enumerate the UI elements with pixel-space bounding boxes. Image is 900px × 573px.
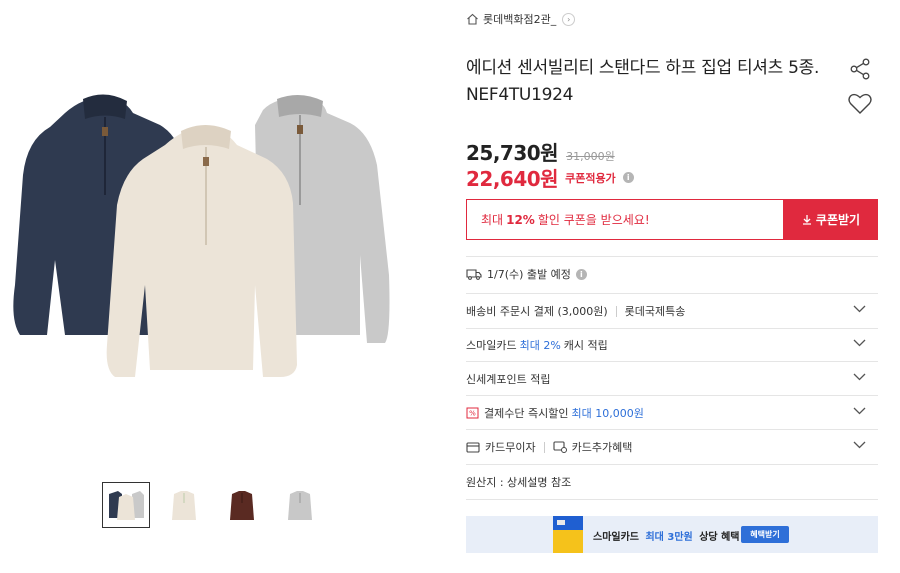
payment-discount-highlight: 최대 10,000원: [571, 407, 644, 420]
coupon-suffix: 할인 쿠폰을 받으세요!: [537, 213, 650, 227]
shinsegae-point-row[interactable]: 신세계포인트 적립: [466, 362, 878, 396]
card-plus-icon: [553, 441, 567, 453]
product-gallery: [0, 0, 440, 573]
banner-highlight: 최대 3만원: [645, 532, 693, 543]
card-benefit-row[interactable]: 카드무이자 카드추가혜택: [466, 430, 878, 464]
chevron-down-icon: [853, 441, 866, 449]
divider: [466, 499, 878, 500]
separator: [615, 305, 617, 317]
product-title: 에디션 센서빌리티 스탠다드 하프 집업 티셔츠 5종. NEF4TU1924: [466, 58, 820, 105]
heart-icon[interactable]: [847, 92, 873, 116]
smile-card-banner[interactable]: 스마일카드 최대 3만원 상당 혜택 혜택받기: [466, 516, 878, 553]
chevron-right-icon: ›: [562, 12, 576, 26]
separator: [543, 441, 545, 453]
smile-card-row[interactable]: 스마일카드 최대 2% 캐시 적립: [466, 328, 878, 362]
get-coupon-button[interactable]: 쿠폰받기: [784, 199, 878, 240]
smile-card-prefix: 스마일카드: [466, 339, 517, 352]
info-icon[interactable]: i: [622, 172, 634, 183]
thumbnail-strip: [102, 482, 324, 528]
banner-text: 스마일카드 최대 3만원 상당 혜택: [593, 528, 740, 543]
thumbnail-gray[interactable]: [276, 482, 324, 528]
product-main-image[interactable]: [5, 85, 405, 385]
thumbnail-all[interactable]: [102, 482, 150, 528]
coupon-banner: 최대 12% 할인 쿠폰을 받으세요!: [466, 199, 784, 240]
shipping-row: 1/7(수) 출발 예정 i: [466, 266, 587, 282]
smile-card-suffix: 캐시 적립: [563, 339, 608, 352]
coupon-price-row: 22,640원 쿠폰적용가 i: [466, 163, 634, 192]
chevron-down-icon: [853, 305, 866, 313]
home-icon: [467, 13, 478, 25]
coupon-prefix: 최대: [481, 213, 504, 227]
divider: [466, 256, 878, 257]
thumbnail-brown[interactable]: [218, 482, 266, 528]
payment-discount-prefix: 결제수단 즉시할인: [484, 407, 569, 420]
banner-suffix: 상당 혜택: [699, 532, 740, 543]
price-row: 25,730원 31,000원: [466, 137, 615, 166]
payment-discount-row[interactable]: % 결제수단 즉시할인 최대 10,000원: [466, 396, 878, 430]
smile-card-highlight: 최대 2%: [519, 339, 561, 352]
sale-price: 25,730원: [466, 141, 559, 165]
store-name: 롯데백화점2관_: [483, 13, 557, 26]
banner-benefit-button[interactable]: 혜택받기: [741, 526, 789, 543]
delivery-fee-text: 배송비 주문시 결제 (3,000원): [466, 305, 608, 318]
get-coupon-label: 쿠폰받기: [815, 213, 861, 227]
shinsegae-text: 신세계포인트 적립: [466, 373, 551, 386]
coupon-percent: 12%: [506, 212, 535, 227]
chevron-down-icon: [853, 407, 866, 415]
coupon-price-label: 쿠폰적용가: [565, 171, 616, 185]
card-image: [553, 516, 583, 553]
product-info: 롯데백화점2관_ › 에디션 센서빌리티 스탠다드 하프 집업 티셔츠 5종. …: [466, 0, 878, 573]
original-price: 31,000원: [566, 150, 615, 163]
coupon-price: 22,640원: [466, 167, 559, 191]
banner-prefix: 스마일카드: [593, 532, 639, 543]
share-icon[interactable]: [849, 58, 871, 80]
card-benefit-text: 카드추가혜택: [571, 441, 633, 454]
delivery-fee-row[interactable]: 배송비 주문시 결제 (3,000원) 롯데국제특송: [466, 294, 878, 328]
discount-tag-icon: %: [466, 407, 479, 419]
store-link[interactable]: 롯데백화점2관_ ›: [466, 11, 576, 27]
chevron-down-icon: [853, 373, 866, 381]
info-icon[interactable]: i: [575, 268, 587, 280]
shipping-text: 1/7(수) 출발 예정: [487, 268, 571, 281]
svg-text:%: %: [469, 410, 476, 418]
chevron-down-icon: [853, 339, 866, 347]
origin-text: 원산지 : 상세설명 참조: [466, 476, 572, 489]
truck-icon: [466, 268, 482, 280]
thumbnail-beige[interactable]: [160, 482, 208, 528]
card-icon: [466, 441, 480, 453]
card-interest-text: 카드무이자: [485, 441, 536, 454]
carrier-text: 롯데국제특송: [624, 305, 686, 318]
divider: [466, 464, 878, 465]
download-icon: [802, 215, 811, 225]
